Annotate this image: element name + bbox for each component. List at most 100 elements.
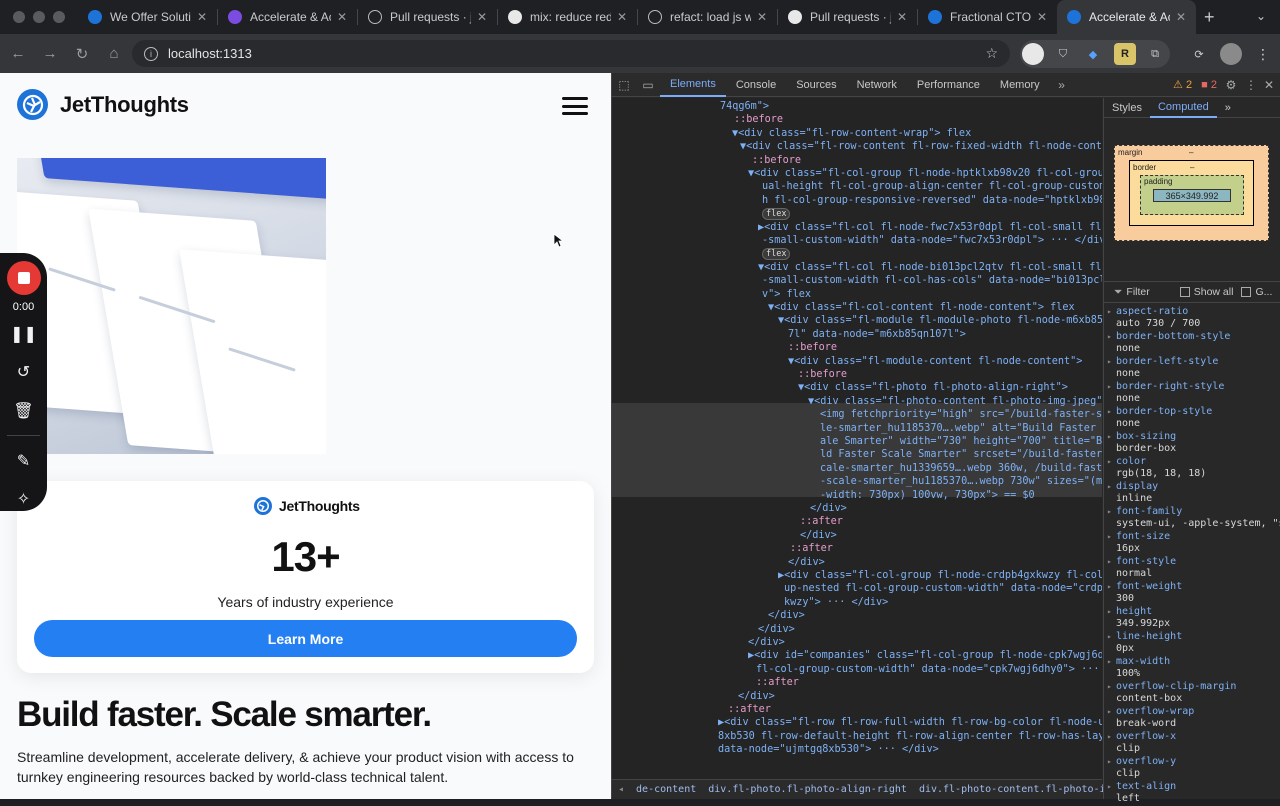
dom-node-line[interactable]: ▼<div class="fl-col fl-node-bi013pcl2qtv…	[612, 261, 1102, 274]
maximize-window-icon[interactable]	[53, 11, 65, 23]
dom-node-line[interactable]: ::after	[612, 542, 1102, 555]
shield-extension-icon[interactable]: ⛉	[1052, 42, 1074, 66]
pen-icon[interactable]: ✎	[0, 451, 47, 471]
computed-property[interactable]: height349.992px	[1104, 606, 1280, 631]
restart-icon[interactable]: ↺	[0, 362, 47, 382]
computed-property[interactable]: displayinline	[1104, 481, 1280, 506]
dom-node-line[interactable]: </div>	[612, 690, 1102, 703]
browser-tab[interactable]: We Offer Solutio ✕	[78, 0, 217, 34]
pause-icon[interactable]: ❚❚	[0, 324, 47, 344]
dom-node-line[interactable]: -width: 730px) 100vw, 730px"> == $0	[612, 489, 1102, 502]
profile-avatar[interactable]	[1220, 43, 1242, 65]
extension-icon[interactable]	[1022, 43, 1044, 65]
site-logo[interactable]: JetThoughts	[17, 89, 189, 120]
close-tab-icon[interactable]: ✕	[617, 10, 627, 24]
dom-node-line[interactable]: 8xb530 fl-row-default-height fl-row-alig…	[612, 730, 1102, 743]
browser-tab-active[interactable]: Accelerate & Ac ✕	[1057, 0, 1196, 34]
dom-node-line[interactable]: up-nested fl-col-group-custom-width" dat…	[612, 582, 1102, 595]
minimize-window-icon[interactable]	[33, 11, 45, 23]
dom-node-line[interactable]: </div>	[612, 556, 1102, 569]
close-tab-icon[interactable]: ✕	[1176, 10, 1186, 24]
reload-icon[interactable]: ↻	[68, 40, 96, 68]
dom-node-line[interactable]: </div>	[612, 609, 1102, 622]
address-bar[interactable]: i localhost:1313 ☆	[132, 40, 1010, 67]
close-tab-icon[interactable]: ✕	[757, 10, 767, 24]
browser-tab[interactable]: Fractional CTOs ✕	[918, 0, 1057, 34]
computed-property[interactable]: max-width100%	[1104, 656, 1280, 681]
breadcrumb-item[interactable]: de-content	[630, 784, 702, 795]
dom-node-line[interactable]: v"> flex	[612, 288, 1102, 301]
learn-more-button[interactable]: Learn More	[34, 620, 577, 657]
stop-recording-button[interactable]	[7, 261, 41, 295]
computed-property[interactable]: aspect-ratioauto 730 / 700	[1104, 306, 1280, 331]
dom-node-line[interactable]: le-smarter_hu1185370….webp" alt="Build F…	[612, 422, 1102, 435]
box-model-content[interactable]: 365×349.992	[1153, 189, 1231, 202]
bookmark-star-icon[interactable]: ☆	[985, 45, 998, 62]
dom-node-line[interactable]: flex	[612, 207, 1102, 221]
dom-node-line[interactable]: ▼<div class="fl-col-group fl-node-hptklx…	[612, 167, 1102, 180]
computed-property[interactable]: border-left-stylenone	[1104, 356, 1280, 381]
computed-property[interactable]: overflow-clip-margincontent-box	[1104, 681, 1280, 706]
close-tab-icon[interactable]: ✕	[1037, 10, 1047, 24]
new-tab-icon[interactable]: +	[1204, 7, 1215, 28]
dom-node-line[interactable]: fl-col-group-custom-width" data-node="cp…	[612, 663, 1102, 676]
close-tab-icon[interactable]: ✕	[897, 10, 907, 24]
dom-node-line[interactable]: cale-smarter_hu1339659….webp 360w, /buil…	[612, 462, 1102, 475]
dom-node-line[interactable]: ::before	[612, 154, 1102, 167]
breadcrumb-item[interactable]: div.fl-photo.fl-photo-align-right	[702, 784, 913, 795]
dom-node-line[interactable]: ▶<div class="fl-row fl-row-full-width fl…	[612, 716, 1102, 729]
computed-property[interactable]: overflow-wrapbreak-word	[1104, 706, 1280, 731]
menu-kebab-icon[interactable]: ⋮	[1252, 42, 1274, 66]
dom-node-line[interactable]: -small-custom-width" data-node="fwc7x53r…	[612, 234, 1102, 247]
dom-node-line[interactable]: ▶<div id="companies" class="fl-col-group…	[612, 649, 1102, 662]
close-tab-icon[interactable]: ✕	[477, 10, 487, 24]
dom-node-line[interactable]: </div>	[612, 623, 1102, 636]
computed-property[interactable]: overflow-yclip	[1104, 756, 1280, 781]
tab-sources[interactable]: Sources	[786, 73, 846, 97]
dom-node-line[interactable]: ::before	[612, 368, 1102, 381]
dom-node-line[interactable]: </div>	[612, 529, 1102, 542]
computed-property[interactable]: font-weight300	[1104, 581, 1280, 606]
dom-node-line[interactable]: ▼<div class="fl-module-content fl-node-c…	[612, 355, 1102, 368]
computed-property[interactable]: colorrgb(18, 18, 18)	[1104, 456, 1280, 481]
dom-node-line[interactable]: ▼<div class="fl-row-content-wrap"> flex	[612, 127, 1102, 140]
dom-node-line[interactable]: ::after	[612, 703, 1102, 716]
tab-performance[interactable]: Performance	[907, 73, 990, 97]
computed-property[interactable]: font-stylenormal	[1104, 556, 1280, 581]
computed-property[interactable]: font-familysystem-ui, -apple-system, "s.…	[1104, 506, 1280, 531]
dom-node-line[interactable]: data-node="ujmtgq8xb530"> ··· </div>	[612, 743, 1102, 756]
dom-node-line[interactable]: ▼<div class="fl-col-content fl-node-cont…	[612, 301, 1102, 314]
dom-node-line[interactable]: ual-height fl-col-group-align-center fl-…	[612, 180, 1102, 193]
r-extension-icon[interactable]: R	[1114, 43, 1136, 65]
tab-search-icon[interactable]: ⌄	[1256, 9, 1266, 23]
home-icon[interactable]: ⌂	[100, 40, 128, 68]
browser-tab[interactable]: Pull requests · je ✕	[358, 0, 497, 34]
show-all-checkbox[interactable]	[1179, 287, 1190, 297]
effects-wand-icon[interactable]: ✧	[0, 489, 47, 509]
dom-node-line[interactable]: 74qg6m">	[612, 100, 1102, 113]
tab-console[interactable]: Console	[726, 73, 786, 97]
computed-property[interactable]: overflow-xclip	[1104, 731, 1280, 756]
computed-property[interactable]: box-sizingborder-box	[1104, 431, 1280, 456]
dom-node-line[interactable]: ▶<div class="fl-col fl-node-fwc7x53r0dpl…	[612, 221, 1102, 234]
computed-property[interactable]: text-alignleft	[1104, 781, 1280, 806]
tab-elements[interactable]: Elements	[660, 73, 726, 97]
filter-input[interactable]: Filter	[1126, 286, 1149, 298]
tab-computed[interactable]: Computed	[1149, 98, 1217, 118]
browser-tab[interactable]: mix: reduce red ✕	[498, 0, 637, 34]
tab-network[interactable]: Network	[847, 73, 907, 97]
computed-property[interactable]: border-right-stylenone	[1104, 381, 1280, 406]
browser-tab[interactable]: Pull requests · je ✕	[778, 0, 917, 34]
dom-node-line[interactable]: </div>	[612, 636, 1102, 649]
browser-tab[interactable]: refact: load js w ✕	[638, 0, 777, 34]
inspect-element-icon[interactable]: ⬚	[612, 78, 636, 92]
forward-arrow-icon[interactable]: →	[36, 40, 64, 68]
dom-node-line[interactable]: ::after	[612, 515, 1102, 528]
dom-node-line[interactable]: </div>	[612, 502, 1102, 515]
tab-styles[interactable]: Styles	[1104, 98, 1150, 118]
dom-node-line[interactable]: ::before	[612, 341, 1102, 354]
browser-tab[interactable]: Accelerate & Ac ✕	[218, 0, 357, 34]
puzzle-extensions-icon[interactable]: ⧉	[1144, 42, 1166, 66]
dom-node-line[interactable]: ld Faster Scale Smarter" srcset="/build-…	[612, 448, 1102, 461]
dom-node-line[interactable]: ▼<div class="fl-module fl-module-photo f…	[612, 314, 1102, 327]
